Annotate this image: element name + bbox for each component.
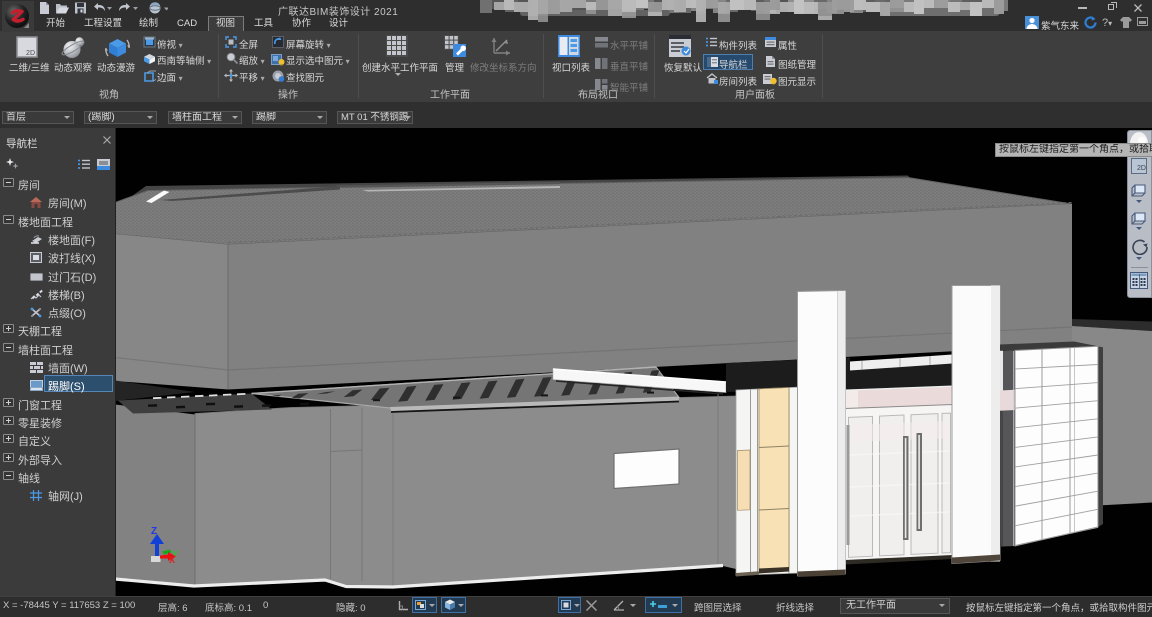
svg-text:2D: 2D bbox=[26, 50, 35, 57]
svg-text:X: X bbox=[169, 555, 175, 565]
